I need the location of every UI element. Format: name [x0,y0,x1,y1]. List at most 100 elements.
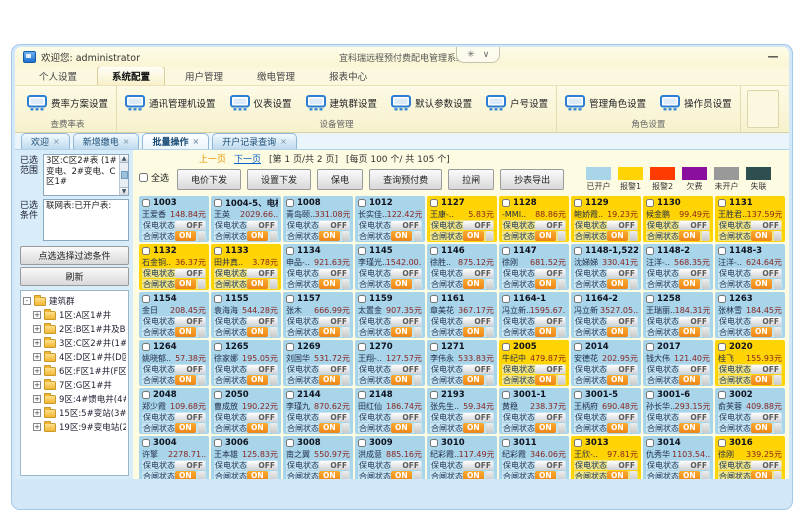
card-checkbox[interactable] [286,247,294,255]
meter-card[interactable]: 3016徐刚339.25元保电状态OFF合闸状态ON [715,436,785,479]
card-checkbox[interactable] [718,343,726,351]
card-checkbox[interactable] [574,391,582,399]
meter-card[interactable]: 1159太置金907.35元保电状态OFF合闸状态ON [355,292,425,338]
meter-card[interactable]: 1271李伟永533.83元保电状态OFF合闸状态ON [427,340,497,386]
card-checkbox[interactable] [646,343,654,351]
action-button-5[interactable]: 拉闸 [448,169,494,190]
meter-card[interactable]: 3008南之翼550.97元保电状态OFF合闸状态ON [283,436,353,479]
tree-item-1[interactable]: +1区:A区1#井 [33,308,126,322]
select-all-checkbox[interactable] [139,173,148,182]
card-checkbox[interactable] [286,199,294,207]
meter-card[interactable]: 1269刘国华531.72元保电状态OFF合闸状态ON [283,340,353,386]
card-checkbox[interactable] [214,295,222,303]
card-checkbox[interactable] [286,343,294,351]
ribbon-button[interactable]: 通讯管理机设置 [125,95,216,111]
meter-card[interactable]: 3011纪彩霞346.06元保电状态OFF合闸状态ON [499,436,569,479]
ribbon-button[interactable]: 户号设置 [486,95,548,111]
meter-card[interactable]: 3001-6孙长华..293.15元保电状态OFF合闸状态ON [643,388,713,434]
card-checkbox[interactable] [718,391,726,399]
selected-range-box[interactable]: 3区:C区2#表 (1#变电、2#变电、C区1# ▲ ▼ [43,154,129,196]
card-checkbox[interactable] [214,391,222,399]
card-checkbox[interactable] [214,343,222,351]
card-checkbox[interactable] [214,247,222,255]
scroll-thumb[interactable] [121,171,128,179]
ribbon-button[interactable]: 操作员设置 [660,95,732,111]
skin-icon[interactable]: ✳ [467,50,475,60]
collapse-box-icon[interactable]: - [23,297,31,305]
ribbon-button[interactable]: 费率方案设置 [27,95,108,111]
ribbon-tab-3[interactable]: 用户管理 [171,67,237,85]
card-checkbox[interactable] [430,295,438,303]
card-checkbox[interactable] [502,247,510,255]
meter-card[interactable]: 3001-5王柄府690.48元保电状态OFF合闸状态ON [571,388,641,434]
card-checkbox[interactable] [502,391,510,399]
tree-item-3[interactable]: +3区:C区2#井(1#变 [33,336,126,350]
meter-card[interactable]: 1003王爱香148.84元保电状态OFF合闸状态ON [139,196,209,242]
card-checkbox[interactable] [430,199,438,207]
card-checkbox[interactable] [430,439,438,447]
close-icon[interactable]: × [53,138,60,146]
meter-card[interactable]: 1133田井真..3.78元保电状态OFF合闸状态ON [211,244,281,290]
ribbon-button[interactable]: 管理角色设置 [565,95,646,111]
meter-card[interactable]: 1147徐刚681.52元保电状态OFF合闸状态ON [499,244,569,290]
tree-item-7[interactable]: +9区:4#馈电井(4#馈 [33,392,126,406]
card-checkbox[interactable] [646,391,654,399]
card-checkbox[interactable] [430,391,438,399]
doc-tab-2[interactable]: 新增缴电× [73,133,140,149]
meter-card[interactable]: 1270王翔-..127.57元保电状态OFF合闸状态ON [355,340,425,386]
card-checkbox[interactable] [646,199,654,207]
meter-card[interactable]: 1148-2汪洋-..568.35元保电状态OFF合闸状态ON [643,244,713,290]
card-checkbox[interactable] [502,295,510,303]
ribbon-button[interactable]: 建筑群设置 [306,95,378,111]
next-page-link[interactable]: 下一页 [234,152,261,165]
card-checkbox[interactable] [142,343,150,351]
action-button-3[interactable]: 保电 [317,169,363,190]
meter-card[interactable]: 3002俞芙蓉409.88元保电状态OFF合闸状态ON [715,388,785,434]
tree-item-5[interactable]: +6区:F区1#井(F区1# [33,364,126,378]
meter-card[interactable]: 3001-1黄稳238.37元保电状态OFF合闸状态ON [499,388,569,434]
meter-card[interactable]: 1130候金鹏99.49元保电状态OFF合闸状态ON [643,196,713,242]
meter-card[interactable]: 3009洪成意885.16元保电状态OFF合闸状态ON [355,436,425,479]
doc-tab-3[interactable]: 批量操作× [142,133,209,149]
expand-box-icon[interactable]: + [33,409,41,417]
meter-card[interactable]: 1128-MMI..88.86元保电状态OFF合闸状态ON [499,196,569,242]
meter-card[interactable]: 1008青岛颐..331.08元保电状态OFF合闸状态ON [283,196,353,242]
card-checkbox[interactable] [142,295,150,303]
meter-card[interactable]: 3004许擎2278.71..保电状态OFF合闸状态ON [139,436,209,479]
card-checkbox[interactable] [142,247,150,255]
ribbon-button[interactable]: 仪表设置 [230,95,292,111]
action-button-4[interactable]: 查询预付费 [369,169,442,190]
expand-box-icon[interactable]: + [33,325,41,333]
card-checkbox[interactable] [286,391,294,399]
meter-card[interactable]: 2148田红仙186.74元保电状态OFF合闸状态ON [355,388,425,434]
tree-root[interactable]: -建筑群 [23,294,126,308]
card-checkbox[interactable] [646,439,654,447]
close-icon[interactable]: × [123,138,130,146]
meter-card[interactable]: 3006王本雄125.83元保电状态OFF合闸状态ON [211,436,281,479]
selected-condition-box[interactable]: 联网表:已开户表: [43,199,129,241]
meter-card[interactable]: 1146徐胜..875.12元保电状态OFF合闸状态ON [427,244,497,290]
tree-item-6[interactable]: +7区:G区1#井 [33,378,126,392]
meter-card[interactable]: 1157张木666.99元保电状态OFF合闸状态ON [283,292,353,338]
card-checkbox[interactable] [358,295,366,303]
meter-card[interactable]: 1134申品-..921.63元保电状态OFF合闸状态ON [283,244,353,290]
meter-card[interactable]: 1145李瑾光..1542.00..保电状态OFF合闸状态ON [355,244,425,290]
card-checkbox[interactable] [718,247,726,255]
meter-card[interactable]: 2020桂飞155.93元保电状态OFF合闸状态ON [715,340,785,386]
meter-card[interactable]: 3014仇秀华1103.54..保电状态OFF合闸状态ON [643,436,713,479]
select-all[interactable]: 全选 [139,167,169,184]
card-checkbox[interactable] [142,199,150,207]
close-icon[interactable]: × [192,138,199,146]
tree-item-9[interactable]: +19区:9#变电站(2# [33,420,126,434]
expand-box-icon[interactable]: + [33,353,41,361]
chevron-down-icon[interactable]: ∨ [483,50,490,60]
ribbon-tab-4[interactable]: 缴电管理 [243,67,309,85]
ribbon-tab-1[interactable]: 个人设置 [25,67,91,85]
meter-card[interactable]: 1263张林雪184.45元保电状态OFF合闸状态ON [715,292,785,338]
meter-card[interactable]: 1127王康-..5.83元保电状态OFF合闸状态ON [427,196,497,242]
ribbon-button[interactable]: 默认参数设置 [391,95,472,111]
ribbon-tab-2[interactable]: 系统配置 [97,66,165,85]
meter-card[interactable]: 2193张先生..59.34元保电状态OFF合闸状态ON [427,388,497,434]
card-checkbox[interactable] [358,439,366,447]
expand-box-icon[interactable]: + [33,423,41,431]
